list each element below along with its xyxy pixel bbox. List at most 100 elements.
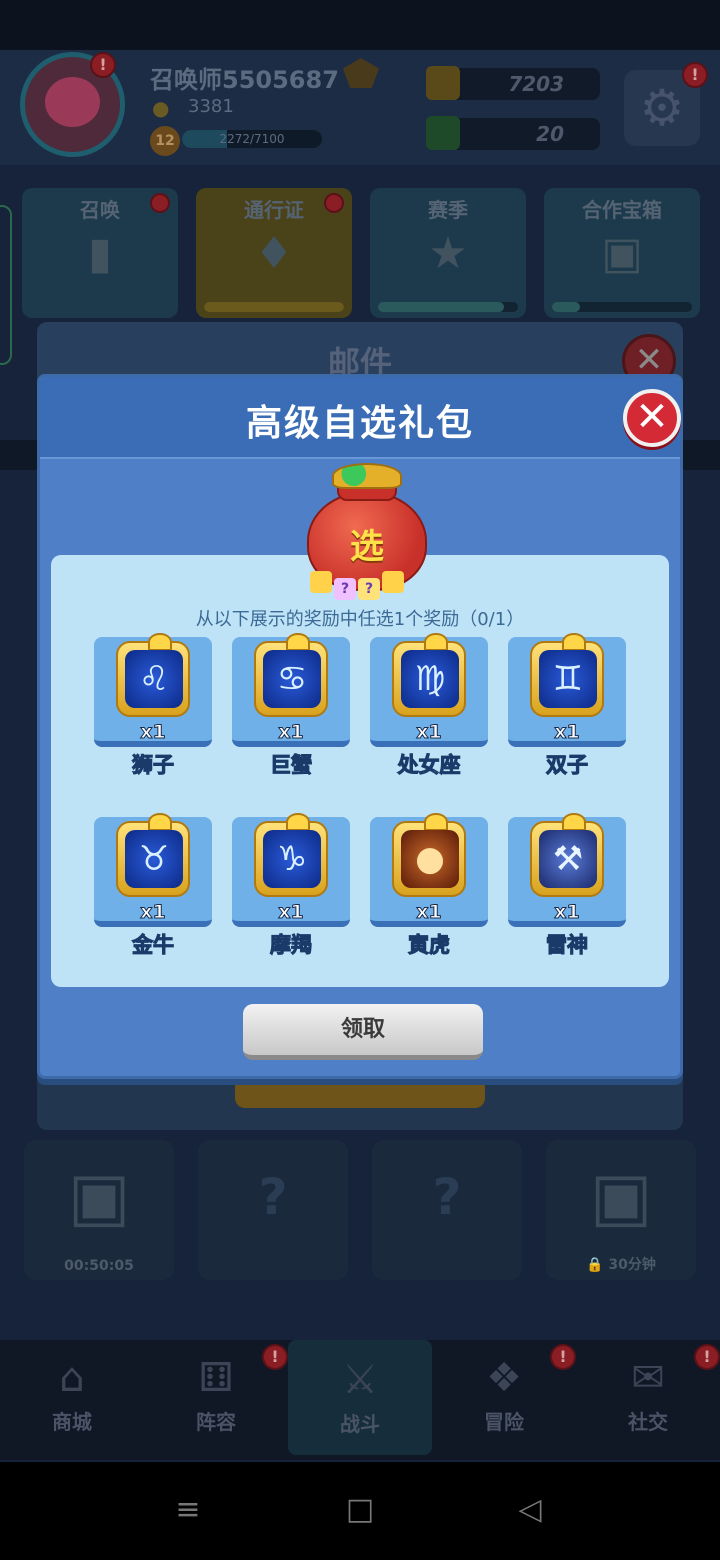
crown-shield-icon: ♦	[254, 228, 294, 279]
bag-label: 选	[350, 527, 384, 567]
bull-icon: ♉	[125, 830, 183, 888]
lion-icon: ♌	[125, 650, 183, 708]
capricorn-icon: ♑	[263, 830, 321, 888]
thor-hammer-icon: ⚒	[539, 830, 597, 888]
feature-season[interactable]: 赛季 ★	[370, 188, 526, 318]
back-triangle-icon[interactable]: ◁	[510, 1490, 550, 1530]
chest-slot[interactable]: ?	[372, 1140, 522, 1280]
avatar-alert-badge: !	[90, 52, 116, 78]
question-mark-icon: ?	[258, 1168, 288, 1226]
claim-button[interactable]: 领取	[243, 1004, 483, 1060]
side-event-tab[interactable]	[0, 205, 12, 365]
reward-option-crab[interactable]: ♋ x1 巨蟹	[232, 633, 350, 778]
reward-frame: ♑	[254, 813, 328, 897]
reward-frame: ♊	[530, 633, 604, 717]
nav-shop[interactable]: ⌂ 商城	[0, 1350, 144, 1450]
season-progress-fill	[378, 302, 504, 312]
reward-option-capricorn[interactable]: ♑ x1 摩羯	[232, 813, 350, 958]
reward-option-bull[interactable]: ♉ x1 金牛	[94, 813, 212, 958]
reward-name: 巨蟹	[270, 753, 313, 778]
crest-icon	[562, 813, 586, 831]
reward-name: 狮子	[132, 753, 175, 778]
reward-option-lion[interactable]: ♌ x1 狮子	[94, 633, 212, 778]
reward-name: 寅虎	[408, 933, 451, 958]
reward-qty: x1	[278, 901, 304, 924]
tiger-icon: ●	[401, 830, 459, 888]
chest-unlock-label: 30分钟	[608, 1257, 656, 1273]
treasure-chest-icon: ▣	[67, 1158, 131, 1235]
adventure-alert-badge: !	[550, 1344, 576, 1370]
reward-qty: x1	[140, 721, 166, 744]
feature-label: 赛季	[428, 198, 468, 222]
reward-frame: ♍	[392, 633, 466, 717]
gold-counter[interactable]: 7203	[450, 68, 600, 100]
reward-frame: ♌	[116, 633, 190, 717]
reward-frame: ♋	[254, 633, 328, 717]
reward-name: 金牛	[132, 933, 175, 958]
dice-row-icon: ??	[310, 571, 430, 600]
settings-alert-badge: !	[682, 62, 708, 88]
gem-counter[interactable]: 20	[450, 118, 600, 150]
crest-icon	[424, 813, 448, 831]
reward-frame: ●	[392, 813, 466, 897]
feature-label: 合作宝箱	[582, 198, 662, 222]
reward-option-thor[interactable]: ⚒ x1 雷神	[508, 813, 626, 958]
nav-label: 冒险	[484, 1410, 524, 1434]
chest-slot[interactable]: ?	[198, 1140, 348, 1280]
die-icon	[310, 571, 332, 593]
coop-progress-bar	[552, 302, 692, 312]
reward-qty: x1	[416, 721, 442, 744]
gem-add-icon[interactable]	[426, 116, 460, 150]
xp-bar: 2272/7100	[182, 130, 322, 148]
home-square-icon[interactable]: □	[340, 1490, 380, 1530]
reward-qty: x1	[416, 901, 442, 924]
crossed-swords-icon: ⚔	[342, 1357, 378, 1403]
reward-name: 雷神	[546, 933, 589, 958]
reward-option-gemini[interactable]: ♊ x1 双子	[508, 633, 626, 778]
reward-qty: x1	[554, 901, 580, 924]
reward-name: 摩羯	[270, 933, 313, 958]
menu-icon[interactable]: ≡	[168, 1490, 208, 1530]
reward-option-tiger[interactable]: ● x1 寅虎	[370, 813, 488, 958]
crest-icon	[286, 813, 310, 831]
xp-text: 2272/7100	[219, 132, 285, 146]
chest-slot[interactable]: ▣ 00:50:05	[24, 1140, 174, 1280]
gold-value: 7203	[508, 72, 564, 96]
mail-action-button[interactable]	[235, 1078, 485, 1108]
gemini-icon: ♊	[539, 650, 597, 708]
crest-icon	[424, 633, 448, 651]
trophy-icon: ●	[152, 96, 170, 120]
chest-timer: 00:50:05	[64, 1258, 134, 1274]
lineup-alert-badge: !	[262, 1344, 288, 1370]
reward-option-virgo[interactable]: ♍ x1 处女座	[370, 633, 488, 778]
card-icon: ▮	[87, 228, 113, 279]
reward-qty: x1	[140, 901, 166, 924]
feature-coop-chest[interactable]: 合作宝箱 ▣	[544, 188, 700, 318]
season-progress-bar	[378, 302, 518, 312]
close-icon[interactable]: ✕	[623, 389, 681, 447]
coop-progress-fill	[552, 302, 580, 312]
chest-slot[interactable]: ▣ 🔒 30分钟	[546, 1140, 696, 1280]
gem-value: 20	[536, 122, 564, 146]
crest-icon	[148, 633, 172, 651]
gift-header: 高级自选礼包	[40, 377, 680, 459]
nav-label: 阵容	[196, 1410, 236, 1434]
lucky-bag-icon: 选 ??	[302, 461, 432, 601]
level-badge: 12	[150, 126, 180, 156]
reward-qty: x1	[278, 721, 304, 744]
pass-progress-bar	[204, 302, 344, 312]
summon-alert-dot	[150, 193, 170, 213]
trophy-cup-icon: ★	[428, 228, 468, 279]
reward-name: 双子	[546, 753, 589, 778]
gold-add-icon[interactable]	[426, 66, 460, 100]
selection-instruction: 从以下展示的奖励中任选1个奖励（0/1）	[195, 609, 525, 630]
reward-panel: 从以下展示的奖励中任选1个奖励（0/1） ♌ x1 狮子 ♋ x1 巨蟹 ♍ x…	[51, 555, 669, 987]
gift-pack-dialog: 高级自选礼包 ✕ 从以下展示的奖励中任选1个奖励（0/1） ♌ x1 狮子 ♋ …	[37, 374, 683, 1079]
trophy-count: 3381	[188, 96, 234, 117]
treasure-chest-icon: ▣	[589, 1158, 653, 1235]
reward-name: 处女座	[397, 753, 461, 778]
reward-frame: ⚒	[530, 813, 604, 897]
pass-progress-fill	[204, 302, 344, 312]
crest-icon	[286, 633, 310, 651]
nav-battle[interactable]: ⚔ 战斗	[288, 1340, 432, 1455]
